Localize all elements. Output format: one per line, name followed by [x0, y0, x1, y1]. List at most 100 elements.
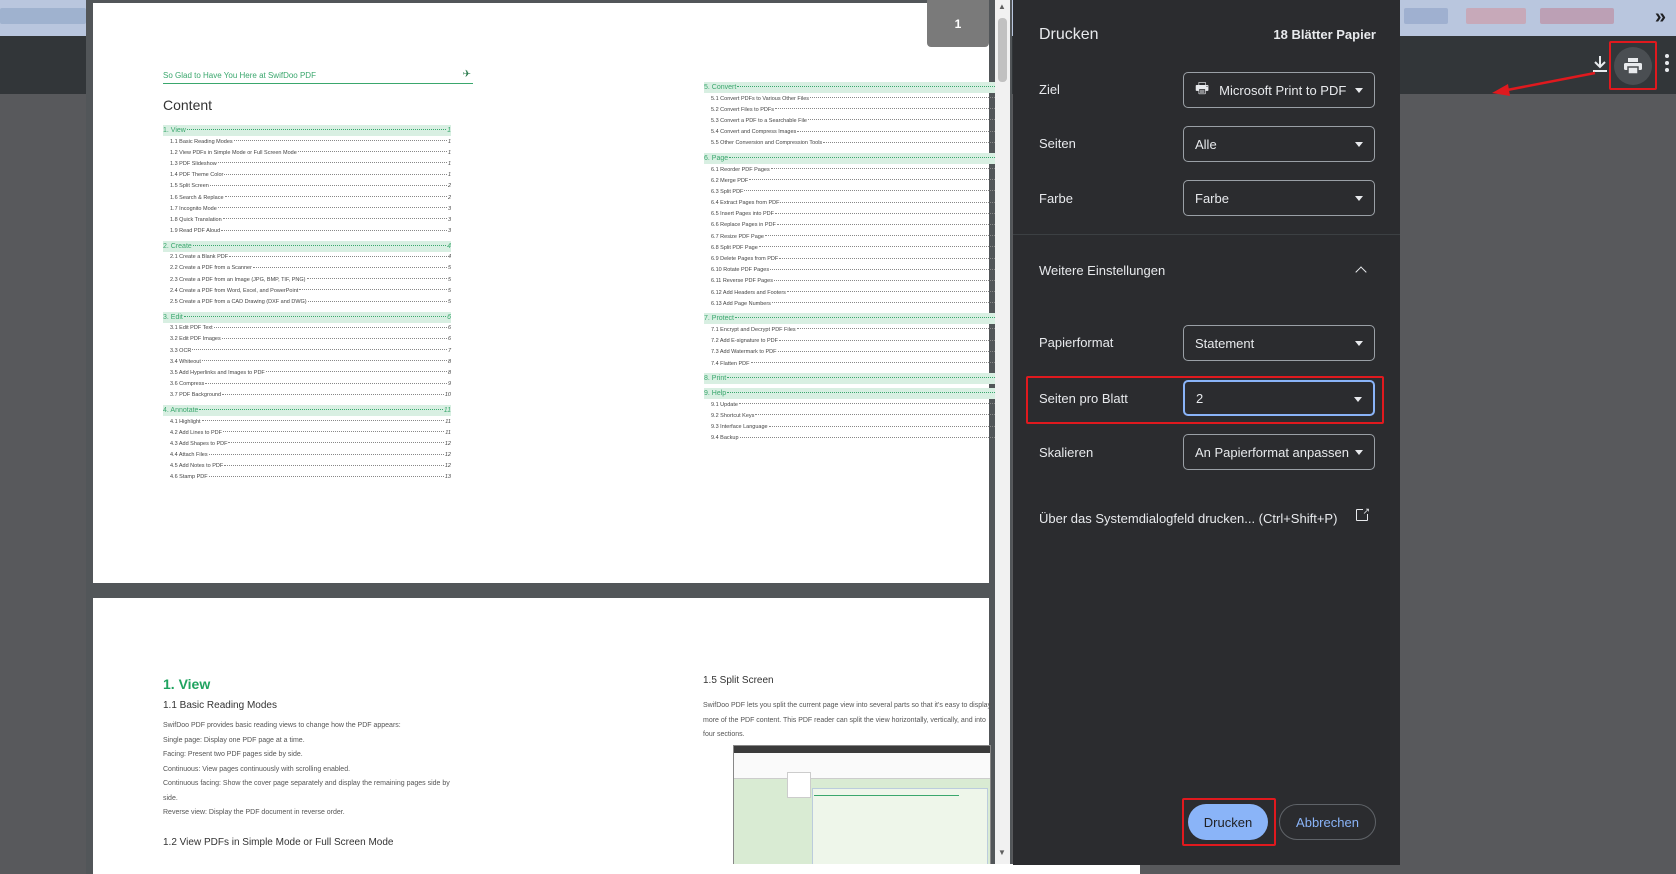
sheet-count: 18 Blätter Papier	[1273, 27, 1376, 42]
cancel-button[interactable]: Abbrechen	[1279, 804, 1376, 840]
pages-value: Alle	[1195, 136, 1217, 152]
printer-icon: 🖶	[1195, 79, 1210, 97]
toc-section: 9. Help32	[704, 388, 1008, 400]
toc-entry-page: 1	[447, 172, 451, 179]
toc-entry-title: 7.2 Add E-signature to PDF	[711, 338, 778, 345]
toc-entry-title: 4.1 Highlight	[170, 418, 201, 425]
toc-entry-title: 9.3 Interface Language	[711, 424, 768, 431]
toc-entry-title: 1.3 PDF Slideshow	[170, 160, 217, 167]
toc-entry: 7.4 Flatten PDF30	[704, 358, 1008, 369]
toc-section-title: 9. Help	[704, 390, 727, 398]
toc-entry-title: 6.7 Resize PDF Page	[711, 233, 764, 240]
toc-entry-title: 4.4 Attach Files	[170, 452, 208, 459]
toc-entry: 7.2 Add E-signature to PDF29	[704, 336, 1008, 347]
toc-entry: 6.4 Extract Pages from PDF22	[704, 198, 1008, 209]
print-confirm-button[interactable]: Drucken	[1188, 804, 1268, 840]
chevron-up-icon[interactable]	[1355, 266, 1367, 278]
toc-entry-title: 6.8 Split PDF Page	[711, 244, 758, 251]
toc-entry-title: 6.9 Delete Pages from PDF	[711, 256, 779, 263]
toc-entry: 6.2 Merge PDF20	[704, 175, 1008, 186]
open-in-new-icon[interactable]: ↗	[1356, 506, 1370, 521]
toc-entry-title: 2.2 Create a PDF from a Scanner	[170, 265, 252, 272]
toc-entry: 6.5 Insert Pages into PDF22	[704, 209, 1008, 220]
toc-entry-page: 5	[447, 287, 451, 294]
toc-entry-title: 7.4 Flatten PDF	[711, 360, 750, 367]
toc-entry-page: 3	[447, 205, 451, 212]
toc-section-page: 11	[443, 406, 451, 414]
toc-entry: 9.3 Interface Language33	[704, 422, 1008, 433]
toc-entry: 2.4 Create a PDF from Word, Excel, and P…	[163, 285, 451, 296]
print-preview[interactable]: So Glad to Have You Here at SwifDoo PDF …	[86, 0, 1012, 874]
toc-entry-page: 10	[444, 392, 451, 399]
toc-left-column: 1. View 1 1.1 Basic Reading Modes 1 1.2 View…	[163, 121, 451, 483]
toc-entry: 5.1 Convert PDFs to Various Other Files1…	[704, 93, 1008, 104]
paper-size-select[interactable]: Statement	[1183, 325, 1375, 361]
toc-entry-page: 8	[447, 358, 451, 365]
toc-entry: 9.2 Shortcut Keys32	[704, 410, 1008, 421]
toc-entry: 4.3 Add Shapes to PDF 12	[163, 438, 451, 449]
paper-size-value: Statement	[1195, 335, 1255, 351]
tab-overflow-icon[interactable]: »	[1655, 6, 1666, 29]
toc-section-title: 1. View	[163, 127, 186, 134]
paper-size-label: Papierformat	[1039, 335, 1114, 350]
toc-entry-title: 1.6 Search & Replace	[170, 194, 224, 201]
toc-entry-title: 7.1 Encrypt and Decrypt PDF Files	[711, 326, 796, 333]
pages-per-sheet-select[interactable]: 2	[1183, 380, 1375, 416]
destination-label: Ziel	[1039, 82, 1060, 97]
toc-section: 6. Page20	[704, 152, 1008, 164]
toc-section-title: 2. Create	[163, 242, 192, 250]
toc-section-title: 7. Protect	[704, 315, 734, 323]
toc-entry: 6.9 Delete Pages from PDF24	[704, 253, 1008, 264]
toc-entry-title: 6.4 Extract Pages from PDF	[711, 200, 780, 207]
color-select[interactable]: Farbe	[1183, 180, 1375, 216]
scroll-down-icon[interactable]: ▼	[998, 848, 1006, 857]
toc-entry-page: 12	[444, 440, 451, 447]
more-settings-toggle[interactable]: Weitere Einstellungen	[1039, 263, 1165, 278]
toc-entry: 1.6 Search & Replace 2	[163, 192, 451, 203]
red-annotation-arrow	[1492, 71, 1596, 96]
toc-entry: 9.1 Update32	[704, 399, 1008, 410]
toc-section: 2. Create 4	[163, 240, 451, 252]
toc-entry-title: 1.5 Split Screen	[170, 183, 209, 190]
toc-entry: 6.11 Reverse PDF Pages26	[704, 276, 1008, 287]
scale-select[interactable]: An Papierformat anpassen	[1183, 434, 1375, 470]
toc-entry: 5.3 Convert a PDF to a Searchable File15	[704, 115, 1008, 126]
toc-entry-title: 6.1 Reorder PDF Pages	[711, 166, 770, 173]
toc-entry: 1.8 Quick Translation 3	[163, 214, 451, 225]
scrollbar-thumb[interactable]	[998, 18, 1007, 82]
toc-entry-page: 11	[445, 429, 451, 436]
toc-entry: 1.9 Read PDF Aloud 3	[163, 226, 451, 237]
destination-select[interactable]: 🖶 Microsoft Print to PDF	[1183, 72, 1375, 108]
paragraph-line: Reverse view: Display the PDF document i…	[163, 809, 345, 816]
paragraph-line: more of the PDF content. This PDF reader…	[703, 716, 986, 724]
system-dialog-link[interactable]: Über das Systemdialogfeld drucken... (Ct…	[1039, 511, 1337, 526]
toc-entry: 6.8 Split PDF Page24	[704, 242, 1008, 253]
toc-entry-title: 6.11 Reverse PDF Pages	[711, 278, 773, 285]
preview-page-2: 1. View 1.1 Basic Reading Modes SwifDoo …	[93, 598, 991, 874]
background-page-strip	[324, 864, 1140, 874]
toc-entry-title: 5.1 Convert PDFs to Various Other Files	[711, 95, 810, 102]
more-options-icon[interactable]	[1665, 54, 1669, 75]
paragraph-line: side.	[163, 794, 178, 802]
paragraph-line: SwifDoo PDF lets you split the current p…	[703, 702, 992, 709]
pages-select[interactable]: Alle	[1183, 126, 1375, 162]
toc-entry-title: 5.4 Convert and Compress Images	[711, 129, 797, 136]
screenshot-document	[812, 788, 988, 874]
preview-scrollbar[interactable]: ▲ ▼	[995, 0, 1010, 874]
toc-entry-page: 3	[447, 216, 451, 223]
toc-entry: 6.7 Resize PDF Page23	[704, 231, 1008, 242]
toc-entry-title: 3.6 Compress	[170, 381, 205, 388]
toc-entry-title: 2.4 Create a PDF from Word, Excel, and P…	[170, 287, 299, 294]
heading-split-screen: 1.5 Split Screen	[703, 675, 774, 686]
screenshot-dropdown	[787, 772, 811, 798]
toc-entry-title: 6.12 Add Headers and Footers	[711, 289, 786, 296]
toc-entry-title: 3.3 OCR	[170, 347, 192, 354]
toc-entry-title: 2.1 Create a Blank PDF	[170, 254, 229, 261]
scroll-up-icon[interactable]: ▲	[998, 2, 1006, 11]
dialog-title: Drucken	[1039, 26, 1099, 43]
toc-entry-title: 6.13 Add Page Numbers	[711, 300, 771, 307]
toc-entry-title: 7.3 Add Watermark to PDF	[711, 349, 777, 356]
toc-entry-page: 8	[447, 369, 451, 376]
embedded-screenshot	[733, 745, 991, 874]
toc-entry-title: 6.6 Replace Pages in PDF	[711, 222, 776, 229]
